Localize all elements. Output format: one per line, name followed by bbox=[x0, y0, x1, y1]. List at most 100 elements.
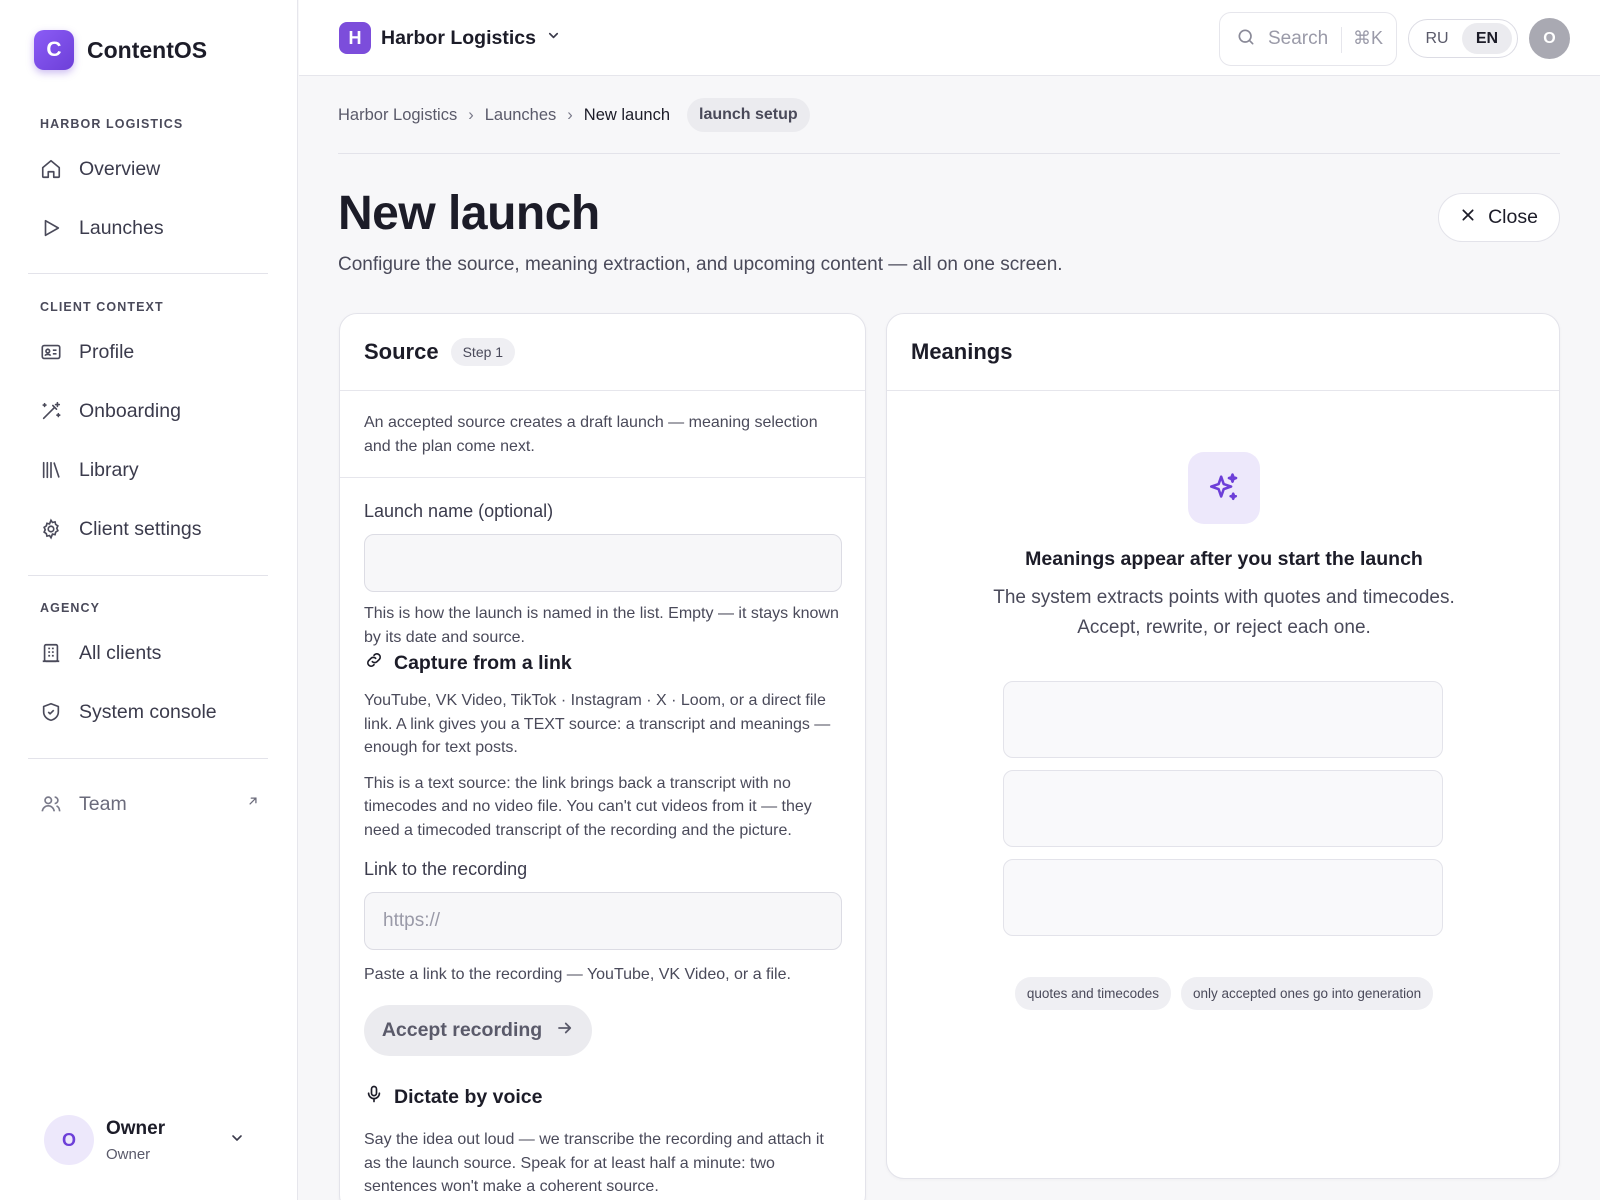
sidebar-divider bbox=[28, 273, 268, 274]
sidebar-item-profile[interactable]: Profile bbox=[40, 332, 270, 372]
workspace-switcher[interactable]: H Harbor Logistics bbox=[339, 22, 561, 54]
sidebar-divider bbox=[28, 575, 268, 576]
sidebar-item-label: System console bbox=[79, 700, 217, 723]
close-icon bbox=[1460, 207, 1476, 228]
section-label-client: HARBOR LOGISTICS bbox=[40, 117, 184, 131]
launch-name-label: Launch name (optional) bbox=[364, 501, 554, 521]
shield-icon bbox=[40, 701, 62, 723]
id-card-icon bbox=[40, 341, 62, 363]
user-role: Owner bbox=[106, 1145, 151, 1163]
section-label-context: CLIENT CONTEXT bbox=[40, 300, 164, 314]
sidebar-item-client-settings[interactable]: Client settings bbox=[40, 509, 270, 549]
sidebar-item-overview[interactable]: Overview bbox=[40, 149, 270, 189]
launch-name-hint: This is how the launch is named in the l… bbox=[364, 605, 839, 646]
meanings-empty-state: Meanings appear after you start the laun… bbox=[887, 452, 1559, 643]
accept-recording-button[interactable]: Accept recording bbox=[364, 1005, 592, 1056]
language-option-ru[interactable]: RU bbox=[1412, 23, 1462, 54]
voice-title: Dictate by voice bbox=[394, 1085, 543, 1108]
sidebar-item-label: Library bbox=[79, 458, 139, 481]
meanings-title: Meanings bbox=[911, 339, 1013, 364]
sidebar-item-label: Launches bbox=[79, 216, 164, 239]
building-icon bbox=[40, 642, 62, 664]
sidebar-item-system-console[interactable]: System console bbox=[40, 692, 270, 732]
accept-recording-label: Accept recording bbox=[381, 1019, 543, 1041]
workspace-name: Harbor Logistics bbox=[381, 26, 536, 49]
arrow-right-icon bbox=[556, 1019, 574, 1043]
search-icon bbox=[1236, 27, 1256, 52]
capture-note: This is a text source: the link brings b… bbox=[364, 774, 812, 839]
microphone-icon bbox=[364, 1084, 384, 1110]
info-chip: only accepted ones go into generation bbox=[1180, 977, 1434, 1010]
user-name: Owner bbox=[106, 1117, 166, 1139]
search-input[interactable]: Search ⌘K bbox=[1219, 12, 1397, 66]
search-divider bbox=[1341, 27, 1342, 53]
gear-icon bbox=[40, 518, 62, 540]
capture-title: Capture from a link bbox=[394, 651, 572, 674]
capture-heading: Capture from a link bbox=[364, 650, 841, 676]
sidebar-item-label: Profile bbox=[79, 340, 135, 363]
breadcrumb-current: New launch bbox=[583, 105, 670, 124]
breadcrumb-separator: › bbox=[567, 105, 573, 124]
sidebar-item-label: Team bbox=[79, 792, 127, 815]
avatar: O bbox=[44, 1115, 94, 1165]
sidebar-item-library[interactable]: Library bbox=[40, 450, 270, 490]
language-toggle: RU EN bbox=[1408, 19, 1518, 58]
chevron-down-icon bbox=[229, 1130, 245, 1151]
breadcrumb-item[interactable]: Harbor Logistics bbox=[338, 106, 457, 125]
sidebar-item-onboarding[interactable]: Onboarding bbox=[40, 391, 270, 431]
meanings-empty-line1: The system extracts points with quotes a… bbox=[993, 587, 1455, 608]
meaning-placeholder bbox=[1003, 681, 1443, 758]
meanings-card: Meanings Meanings appear after you start… bbox=[886, 313, 1560, 1179]
sidebar-item-label: Onboarding bbox=[79, 399, 181, 422]
link-label: Link to the recording bbox=[364, 859, 528, 879]
magic-wand-icon bbox=[40, 400, 62, 422]
page-title: New launch bbox=[338, 187, 600, 240]
sidebar-item-label: Overview bbox=[79, 157, 161, 180]
meanings-empty-title: Meanings appear after you start the laun… bbox=[1025, 548, 1423, 570]
play-icon bbox=[40, 217, 62, 239]
meaning-placeholder bbox=[1003, 770, 1443, 847]
section-label-agency: AGENCY bbox=[40, 601, 101, 615]
breadcrumb: Harbor Logistics › Launches › New launch… bbox=[338, 98, 810, 132]
sparkles-icon bbox=[1188, 452, 1260, 524]
sidebar: C ContentOS HARBOR LOGISTICS Overview La… bbox=[0, 0, 298, 1200]
page-subtitle: Configure the source, meaning extraction… bbox=[338, 254, 1063, 275]
voice-description: Say the idea out loud — we transcribe th… bbox=[364, 1131, 824, 1195]
meanings-empty-line2: Accept, rewrite, or reject each one. bbox=[1077, 617, 1371, 638]
brand-logo: C bbox=[34, 30, 74, 70]
launch-name-input[interactable] bbox=[364, 534, 842, 592]
source-intro: An accepted source creates a draft launc… bbox=[340, 391, 865, 478]
avatar[interactable]: O bbox=[1529, 18, 1570, 59]
link-icon bbox=[364, 650, 384, 676]
user-menu[interactable]: O Owner Owner bbox=[44, 1110, 259, 1170]
workspace-logo: H bbox=[339, 22, 371, 54]
step-badge: Step 1 bbox=[450, 338, 516, 366]
home-icon bbox=[40, 158, 62, 180]
language-option-en[interactable]: EN bbox=[1462, 23, 1512, 54]
breadcrumb-item[interactable]: Launches bbox=[485, 106, 557, 125]
chevron-down-icon bbox=[546, 28, 561, 48]
header-divider bbox=[338, 153, 1560, 154]
brand-name: ContentOS bbox=[87, 36, 208, 63]
topbar: H Harbor Logistics Search ⌘K RU EN O bbox=[299, 0, 1600, 76]
sidebar-item-all-clients[interactable]: All clients bbox=[40, 633, 270, 673]
info-chip: quotes and timecodes bbox=[1014, 977, 1171, 1010]
search-placeholder: Search bbox=[1268, 28, 1329, 49]
close-button[interactable]: Close bbox=[1438, 193, 1560, 242]
link-hint: Paste a link to the recording — YouTube,… bbox=[364, 966, 791, 983]
library-icon bbox=[40, 459, 62, 481]
brand[interactable]: C ContentOS bbox=[34, 30, 207, 70]
sidebar-item-launches[interactable]: Launches bbox=[40, 208, 270, 248]
meaning-placeholder bbox=[1003, 859, 1443, 936]
sidebar-item-label: All clients bbox=[79, 641, 162, 664]
sidebar-item-label: Client settings bbox=[79, 517, 202, 540]
users-icon bbox=[40, 793, 62, 815]
link-input[interactable] bbox=[364, 892, 842, 950]
meanings-chips: quotes and timecodes only accepted ones … bbox=[887, 977, 1559, 1010]
source-card: Source Step 1 An accepted source creates… bbox=[339, 313, 866, 1200]
source-title: Source bbox=[364, 339, 439, 364]
search-shortcut: ⌘K bbox=[1353, 28, 1384, 48]
status-badge: launch setup bbox=[687, 98, 810, 132]
sidebar-item-team[interactable]: Team bbox=[40, 784, 270, 824]
sidebar-divider bbox=[28, 758, 268, 759]
